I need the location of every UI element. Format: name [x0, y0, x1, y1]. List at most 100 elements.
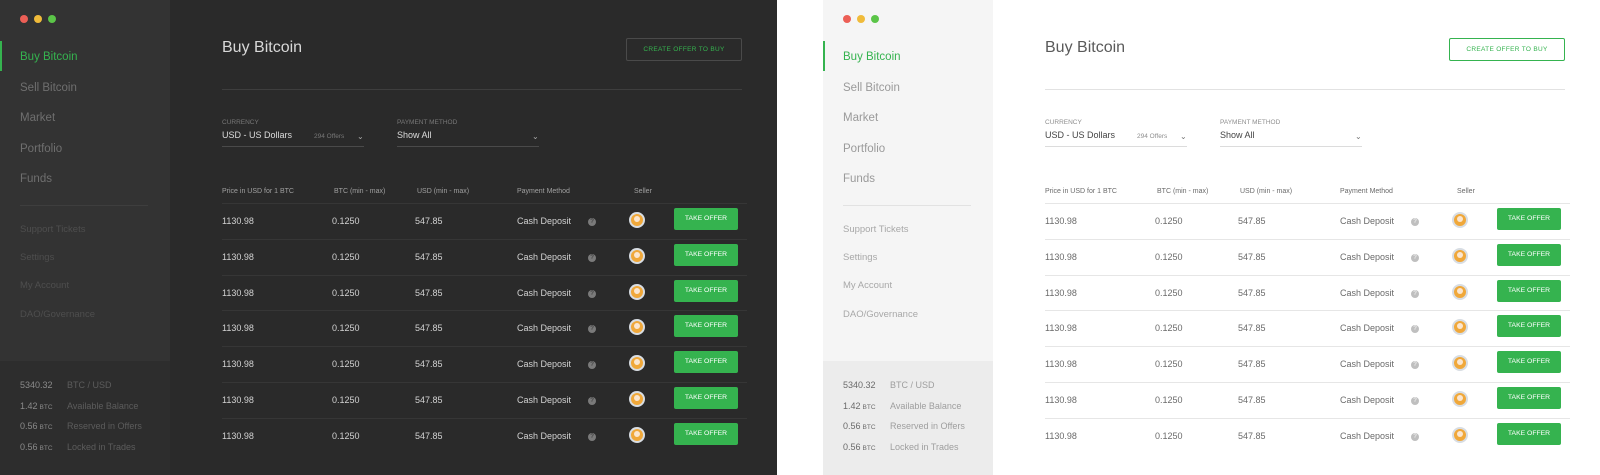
seller-avatar[interactable] [1452, 390, 1468, 407]
currency-select[interactable]: USD - US Dollars 294 Offers ⌄ [1045, 130, 1187, 147]
maximize-window-icon[interactable] [48, 15, 56, 23]
column-header-usd: USD (min - max) [1240, 188, 1293, 195]
seller-avatar[interactable] [1452, 355, 1468, 372]
balance-value: 0.56 BTC [20, 421, 67, 431]
usd-amount-cell: 547.85 [1238, 359, 1266, 370]
take-offer-button[interactable]: TAKE OFFER [674, 243, 738, 266]
info-icon[interactable]: ? [588, 253, 596, 262]
payment-method-cell: Cash Deposit [517, 359, 572, 370]
take-offer-button[interactable]: TAKE OFFER [674, 351, 738, 374]
seller-avatar[interactable] [629, 355, 645, 372]
maximize-window-icon[interactable] [871, 15, 879, 23]
take-offer-button[interactable]: TAKE OFFER [674, 315, 738, 338]
info-icon[interactable]: ? [1411, 289, 1419, 298]
sidebar-item-support-tickets[interactable]: Support Tickets [0, 224, 170, 252]
sidebar-item-market[interactable]: Market [823, 107, 993, 138]
sidebar-item-settings[interactable]: Settings [823, 252, 993, 280]
balance-value: 1.42 BTC [843, 401, 890, 411]
price-cell: 1130.98 [222, 394, 254, 405]
create-offer-button[interactable]: CREATE OFFER TO BUY [1449, 38, 1565, 61]
sidebar-item-dao-governance[interactable]: DAO/Governance [823, 309, 993, 337]
table-row: 1130.98 0.1250 547.85 Cash Deposit? TAKE OFF… [1045, 381, 1570, 418]
info-icon[interactable]: ? [1411, 218, 1419, 226]
sidebar-item-support-tickets[interactable]: Support Tickets [823, 224, 993, 252]
info-icon[interactable]: ? [588, 289, 596, 298]
seller-avatar[interactable] [629, 426, 645, 443]
balance-amount: 1.42 [20, 400, 38, 411]
sidebar-item-sell-bitcoin[interactable]: Sell Bitcoin [823, 77, 993, 108]
take-offer-button[interactable]: TAKE OFFER [1497, 208, 1561, 230]
sidebar-item-portfolio[interactable]: Portfolio [823, 138, 993, 169]
payment-method-select[interactable]: Show All ⌄ [1220, 130, 1362, 147]
take-offer-button[interactable]: TAKE OFFER [1497, 422, 1561, 445]
close-window-icon[interactable] [843, 15, 851, 23]
chevron-down-icon: ⌄ [532, 132, 539, 141]
currency-select[interactable]: USD - US Dollars 294 Offers ⌄ [222, 130, 364, 147]
info-icon[interactable]: ? [1411, 253, 1419, 262]
seller-avatar[interactable] [1452, 426, 1468, 443]
balance-unit: BTC [862, 403, 876, 411]
payment-method-value: Show All [1220, 130, 1255, 140]
btc-amount-cell: 0.1250 [332, 251, 360, 262]
take-offer-button[interactable]: TAKE OFFER [674, 422, 738, 445]
sidebar-item-dao-governance[interactable]: DAO/Governance [0, 309, 170, 337]
info-icon[interactable]: ? [588, 325, 596, 334]
column-header-btc: BTC (min - max) [1157, 188, 1209, 195]
take-offer-button[interactable]: TAKE OFFER [1497, 386, 1561, 409]
info-icon[interactable]: ? [588, 218, 596, 226]
info-icon[interactable]: ? [1411, 325, 1419, 334]
balance-row: 5340.32 BTC / USD [843, 380, 993, 401]
take-offer-button[interactable]: TAKE OFFER [674, 208, 738, 230]
sidebar-item-settings[interactable]: Settings [0, 252, 170, 280]
seller-avatar[interactable] [629, 390, 645, 407]
seller-avatar[interactable] [629, 319, 645, 336]
take-offer-button[interactable]: TAKE OFFER [674, 386, 738, 409]
btc-amount-cell: 0.1250 [1155, 430, 1183, 441]
offers-table: 1130.98 0.1250 547.85 Cash Deposit? TAKE OFF… [222, 203, 747, 454]
balance-label: Available Balance [67, 400, 139, 411]
info-icon[interactable]: ? [588, 361, 596, 370]
close-window-icon[interactable] [20, 15, 28, 23]
take-offer-button[interactable]: TAKE OFFER [1497, 279, 1561, 302]
sidebar-item-buy-bitcoin[interactable]: Buy Bitcoin [823, 41, 993, 77]
balance-unit: BTC [39, 444, 53, 452]
take-offer-button[interactable]: TAKE OFFER [1497, 315, 1561, 338]
seller-avatar[interactable] [629, 212, 645, 228]
offers-count: 294 Offers [1137, 133, 1168, 140]
sidebar-item-portfolio[interactable]: Portfolio [0, 138, 170, 169]
title-divider [222, 89, 742, 90]
btc-amount-cell: 0.1250 [1155, 323, 1183, 334]
info-icon[interactable]: ? [1411, 432, 1419, 441]
seller-avatar[interactable] [1452, 283, 1468, 300]
sidebar-item-market[interactable]: Market [0, 107, 170, 138]
info-icon[interactable]: ? [1411, 361, 1419, 370]
currency-label: CURRENCY [222, 119, 259, 126]
take-offer-button[interactable]: TAKE OFFER [1497, 243, 1561, 266]
seller-avatar[interactable] [1452, 212, 1468, 228]
info-icon[interactable]: ? [1411, 396, 1419, 405]
balance-value: 1.42 BTC [20, 401, 67, 411]
seller-avatar[interactable] [629, 247, 645, 264]
sidebar-item-funds[interactable]: Funds [823, 168, 993, 199]
minimize-window-icon[interactable] [857, 15, 865, 23]
sidebar-item-my-account[interactable]: My Account [0, 280, 170, 308]
sidebar-item-buy-bitcoin[interactable]: Buy Bitcoin [0, 41, 170, 77]
seller-avatar[interactable] [629, 283, 645, 300]
sidebar-item-funds[interactable]: Funds [0, 168, 170, 199]
sidebar-item-my-account[interactable]: My Account [823, 280, 993, 308]
minimize-window-icon[interactable] [34, 15, 42, 23]
seller-avatar[interactable] [1452, 247, 1468, 264]
info-icon[interactable]: ? [588, 396, 596, 405]
seller-avatar[interactable] [1452, 319, 1468, 336]
balance-row: 5340.32 BTC / USD [20, 380, 170, 401]
sidebar-item-sell-bitcoin[interactable]: Sell Bitcoin [0, 77, 170, 108]
usd-amount-cell: 547.85 [415, 394, 443, 405]
take-offer-button[interactable]: TAKE OFFER [674, 279, 738, 302]
payment-method-select[interactable]: Show All ⌄ [397, 130, 539, 147]
create-offer-button[interactable]: CREATE OFFER TO BUY [626, 38, 742, 61]
info-icon[interactable]: ? [588, 432, 596, 441]
window-controls [20, 15, 56, 23]
take-offer-button[interactable]: TAKE OFFER [1497, 351, 1561, 374]
balance-amount: 0.56 [20, 441, 38, 452]
page-title: Buy Bitcoin [1045, 39, 1126, 56]
